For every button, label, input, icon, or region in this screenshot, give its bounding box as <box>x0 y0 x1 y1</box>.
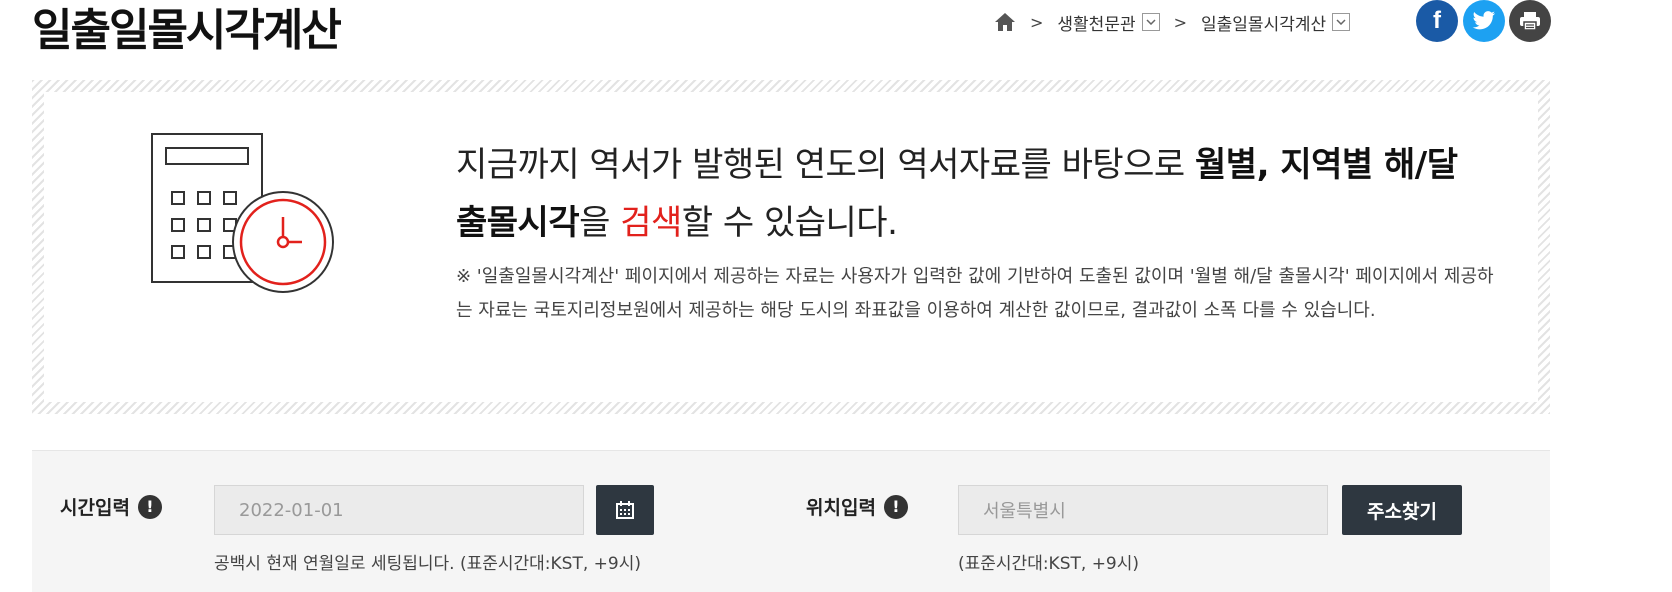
calendar-button[interactable] <box>596 485 654 535</box>
breadcrumb-item-level1[interactable]: 생활천문관 <box>1057 10 1160 35</box>
chevron-right-icon: > <box>1173 12 1188 32</box>
calculator-clock-icon <box>151 133 334 293</box>
lead-bold-2: 출몰시각 <box>456 203 580 243</box>
breadcrumb-label-level2: 일출일몰시각계산 <box>1201 14 1327 35</box>
twitter-share-button[interactable] <box>1463 0 1505 42</box>
date-input[interactable]: 2022-01-01 <box>214 485 584 535</box>
page-title: 일출일몰시각계산 <box>32 5 342 56</box>
printer-icon <box>1520 12 1540 31</box>
lead-text-1: 지금까지 역서가 발행된 연도의 역서자료를 바탕으로 <box>456 145 1196 185</box>
facebook-share-button[interactable]: f <box>1416 0 1458 42</box>
home-icon[interactable] <box>994 12 1016 32</box>
lead-bold-1: 월별, 지역별 해/달 <box>1195 145 1458 185</box>
time-input-label: 시간입력 ! <box>60 493 162 520</box>
time-label-text: 시간입력 <box>60 497 130 519</box>
intro-banner: 지금까지 역서가 발행된 연도의 역서자료를 바탕으로 월별, 지역별 해/달출… <box>32 80 1550 414</box>
info-icon[interactable]: ! <box>883 494 908 519</box>
lead-highlight: 검색 <box>620 203 682 243</box>
location-hint: (표준시간대:KST, +9시) <box>958 554 1140 574</box>
print-button[interactable] <box>1509 0 1551 42</box>
calendar-icon <box>616 501 634 519</box>
banner-lead-text: 지금까지 역서가 발행된 연도의 역서자료를 바탕으로 월별, 지역별 해/달출… <box>456 136 1506 252</box>
lead-text-3: 할 수 있습니다. <box>681 203 898 243</box>
chevron-down-icon[interactable] <box>1332 13 1351 31</box>
breadcrumb: > 생활천문관 > 일출일몰시각계산 <box>994 6 1351 38</box>
lead-text-2: 을 <box>579 203 621 243</box>
breadcrumb-label-level1: 생활천문관 <box>1057 14 1136 35</box>
info-icon[interactable]: ! <box>137 494 162 519</box>
facebook-icon: f <box>1433 7 1441 34</box>
chevron-right-icon: > <box>1030 12 1044 32</box>
chevron-down-icon[interactable] <box>1141 13 1160 31</box>
banner-note: ※ '일출일몰시각계산' 페이지에서 제공하는 자료는 사용자가 입력한 값에 … <box>456 266 1494 321</box>
search-form: 시간입력 ! 2022-01-01 공백시 현재 연월일로 세팅됩니다. (표준… <box>32 450 1550 592</box>
location-input-label: 위치입력 ! <box>806 493 908 520</box>
address-search-button[interactable]: 주소찾기 <box>1342 485 1462 535</box>
location-input[interactable]: 서울특별시 <box>958 485 1328 535</box>
breadcrumb-item-level2[interactable]: 일출일몰시각계산 <box>1201 10 1351 35</box>
time-hint: 공백시 현재 연월일로 세팅됩니다. (표준시간대:KST, +9시) <box>214 554 642 574</box>
location-label-text: 위치입력 <box>806 497 876 519</box>
twitter-icon <box>1472 11 1495 30</box>
